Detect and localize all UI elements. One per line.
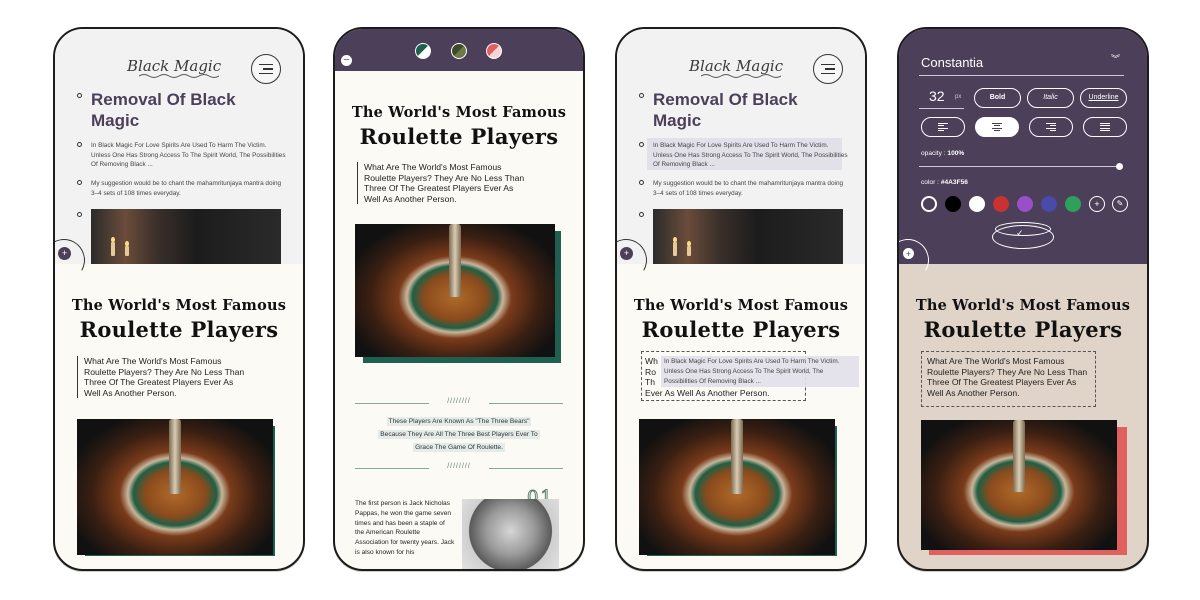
section-title: Removal Of Black Magic (91, 90, 236, 130)
bullet-icon (77, 93, 82, 98)
color-swatch-black[interactable] (945, 196, 961, 212)
align-left-icon[interactable] (921, 117, 965, 137)
color-swatch-violet[interactable] (1017, 196, 1033, 212)
headline-line1: The World's Most Famous (915, 297, 1131, 314)
bullet-icon (77, 180, 82, 185)
roulette-photo (77, 419, 273, 555)
paragraph[interactable]: In Black Magic For Love Spirits Are Used… (653, 141, 848, 170)
divider (919, 108, 964, 109)
theme-swatch-red[interactable] (486, 43, 502, 59)
italic-button[interactable]: Italic (1027, 88, 1074, 108)
font-size-unit: px (955, 94, 962, 100)
quote-text: What Are The World's Most Famous Roulett… (77, 356, 247, 399)
opacity-slider[interactable] (919, 166, 1119, 167)
quote-text: What Are The World's Most Famous Roulett… (357, 162, 527, 205)
align-center-icon[interactable] (975, 117, 1019, 137)
underline-button[interactable]: Underline (1080, 88, 1127, 108)
dragged-text-overlay[interactable]: In Black Magic For Love Spirits Are Used… (661, 356, 859, 388)
headline-line2: Roulette Players (641, 317, 841, 342)
opacity-slider-handle[interactable] (1116, 163, 1123, 170)
quote-last-line: Ever As Well As Another Person. (645, 388, 770, 398)
color-swatch-white[interactable] (969, 196, 985, 212)
phone-mockup-1: Black Magic Removal Of Black Magic In Bl… (53, 27, 305, 571)
paragraph: My suggestion would be to chant the maha… (91, 180, 282, 197)
phone-mockup-2: – The World's Most Famous Roulette Playe… (333, 27, 585, 571)
divider (919, 75, 1124, 76)
bears-line-1: These Players Are Known As "The Three Be… (386, 417, 532, 426)
roulette-photo (921, 420, 1117, 550)
bullet-icon (77, 212, 82, 217)
chevron-down-icon[interactable]: ︾ (1111, 55, 1120, 64)
add-icon[interactable]: + (620, 247, 633, 260)
headline-line2: Roulette Players (359, 124, 559, 149)
opacity-label: opacity : 100% (921, 150, 965, 157)
headline-line1: The World's Most Famous (71, 297, 287, 314)
phone-mockup-3: Black Magic Removal Of Black Magic In Bl… (615, 27, 867, 571)
divider-slashes: //////// (429, 463, 489, 470)
menu-icon[interactable] (251, 54, 281, 84)
bullet-icon (639, 180, 644, 185)
theme-swatch-olive[interactable] (451, 43, 467, 59)
color-swatch-blue[interactable] (1041, 196, 1057, 212)
font-family-select[interactable]: Constantia (921, 55, 983, 70)
headline-line1: The World's Most Famous (633, 297, 849, 314)
bold-button[interactable]: Bold (974, 88, 1021, 108)
color-swatch-red[interactable] (993, 196, 1009, 212)
candles-photo (653, 209, 843, 264)
eyedropper-icon[interactable]: ✎ (1112, 196, 1128, 212)
divider-slashes: //////// (429, 398, 489, 405)
theme-swatch-green[interactable] (415, 43, 431, 59)
add-icon[interactable]: + (902, 247, 915, 260)
quote-text[interactable]: What Are The World's Most Famous Roulett… (923, 356, 1093, 398)
bears-line-2: Because They Are All The Three Best Play… (378, 430, 540, 439)
quote-fragment: Wh Ro Th (645, 356, 658, 388)
bears-line-3: Grace The Game Of Roulette. (413, 443, 505, 452)
collapse-icon[interactable]: – (340, 54, 353, 67)
logo-underline-icon (139, 74, 219, 78)
headline-line1: The World's Most Famous (351, 104, 567, 121)
section-title: Removal Of Black Magic (653, 90, 798, 130)
roulette-photo (355, 224, 555, 357)
candles-photo (91, 209, 281, 264)
roulette-photo (639, 419, 835, 555)
font-size-input[interactable]: 32 (929, 88, 945, 104)
color-swatch-purple[interactable] (921, 196, 937, 212)
color-swatch-green[interactable] (1065, 196, 1081, 212)
add-color-icon[interactable]: + (1089, 196, 1105, 212)
checkmark-icon: ✓ (1016, 228, 1024, 238)
bears-text: These Players Are Known As "The Three Be… (359, 415, 559, 454)
align-justify-icon[interactable] (1083, 117, 1127, 137)
headline-line2: Roulette Players (923, 317, 1123, 342)
portrait-photo (462, 499, 559, 569)
headline-line2: Roulette Players (79, 317, 279, 342)
align-right-icon[interactable] (1029, 117, 1073, 137)
logo-underline-icon (701, 74, 781, 78)
bullet-icon (639, 93, 644, 98)
phone-mockup-4: Constantia ︾ 32 px Bold Italic Underline… (897, 27, 1149, 571)
add-icon[interactable]: + (58, 247, 71, 260)
jack-paragraph: The first person is Jack Nicholas Pappas… (355, 500, 455, 556)
bullet-icon (639, 142, 644, 147)
paragraph: In Black Magic For Love Spirits Are Used… (91, 142, 286, 168)
bullet-icon (639, 212, 644, 217)
bullet-icon (77, 142, 82, 147)
color-label: color : #4A3F56 (921, 179, 968, 186)
menu-icon[interactable] (813, 54, 843, 84)
paragraph: My suggestion would be to chant the maha… (653, 180, 844, 197)
